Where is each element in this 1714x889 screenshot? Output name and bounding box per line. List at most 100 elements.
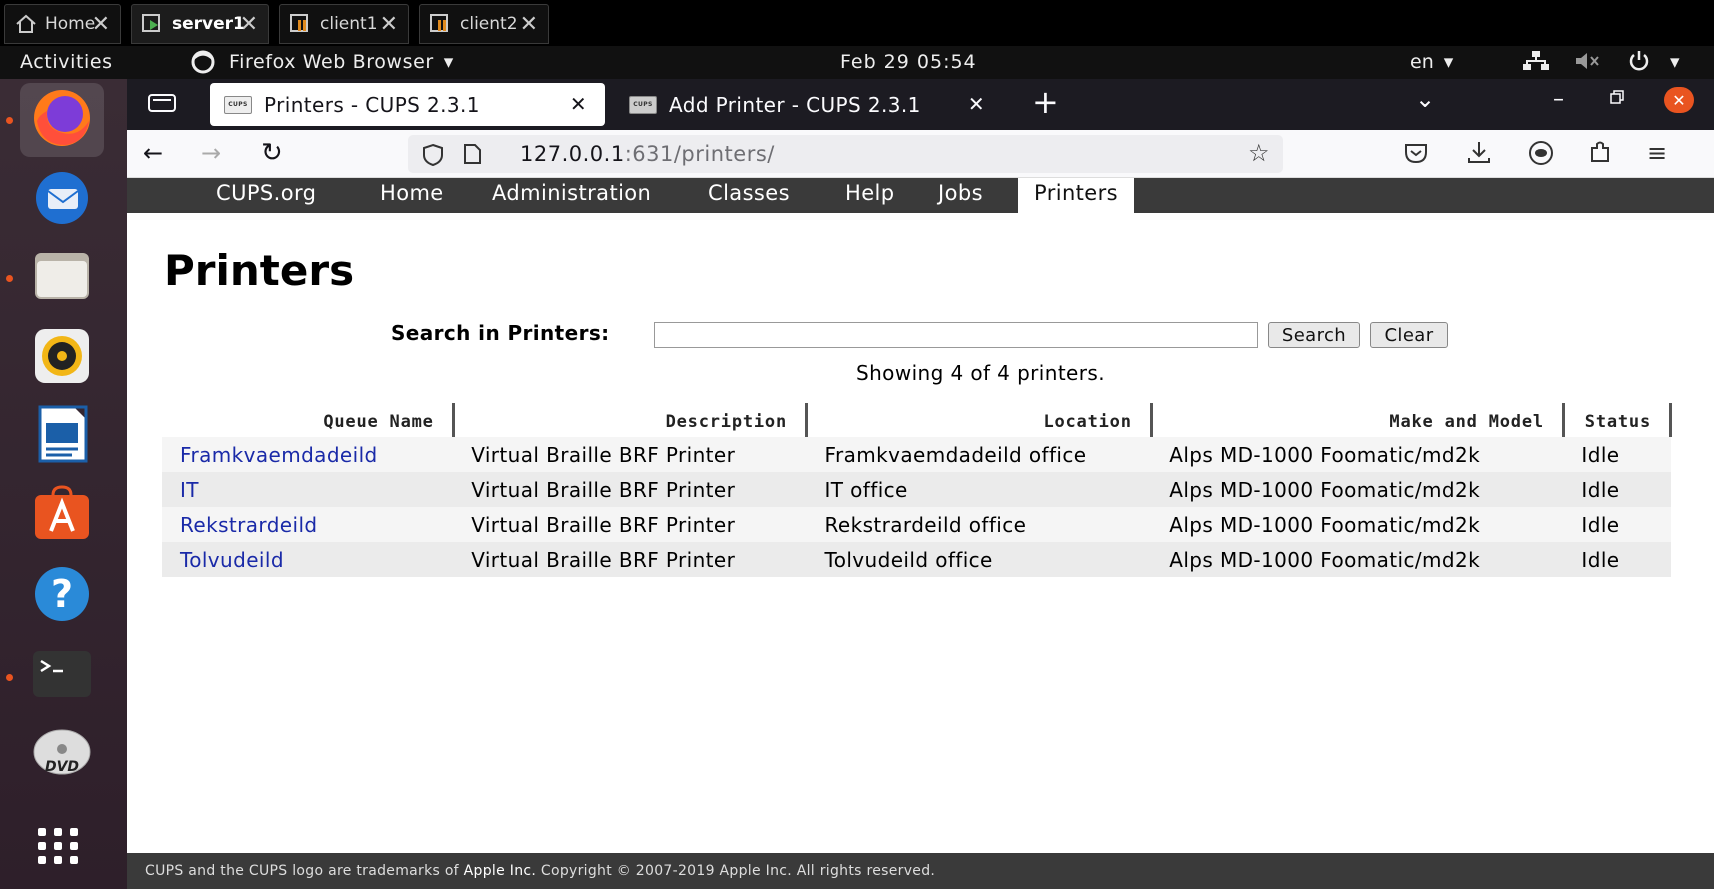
- menu-icon[interactable]: ≡: [1647, 139, 1667, 167]
- dock-thunderbird[interactable]: [20, 161, 104, 235]
- printer-location: Rekstrardeild office: [806, 507, 1152, 542]
- printer-model: Alps MD-1000 Foomatic/md2k: [1151, 507, 1564, 542]
- vm-tab-client2[interactable]: client2 ✕: [419, 4, 549, 44]
- printer-status: Idle: [1563, 437, 1671, 472]
- browser-tab-add-printer[interactable]: CUPS Add Printer - CUPS 2.3.1 ✕: [615, 83, 995, 126]
- printer-link[interactable]: Rekstrardeild: [180, 513, 318, 537]
- thunderbird-icon: [31, 165, 93, 231]
- printer-location: Tolvudeild office: [806, 542, 1152, 577]
- url-bar[interactable]: 127.0.0.1:631/printers/ ☆: [408, 135, 1283, 173]
- forward-icon[interactable]: →: [201, 139, 221, 167]
- close-icon[interactable]: ✕: [92, 12, 110, 37]
- printer-link[interactable]: Framkvaemdadeild: [180, 443, 378, 467]
- app-menu-button[interactable]: Firefox Web Browser ▾: [229, 51, 454, 73]
- power-icon[interactable]: [1626, 49, 1652, 78]
- dock-terminal[interactable]: [20, 639, 104, 713]
- search-label: Search in Printers:: [391, 321, 610, 345]
- vm-tab-home[interactable]: Home ✕: [4, 4, 121, 44]
- nav-home[interactable]: Home: [380, 181, 444, 205]
- close-window-icon[interactable]: ✕: [1664, 87, 1694, 113]
- vm-tab-label: client2: [460, 14, 518, 34]
- header-location[interactable]: Location: [806, 403, 1153, 437]
- cups-nav-bar: CUPS.org Home Administration Classes Hel…: [127, 178, 1714, 213]
- search-input[interactable]: [654, 322, 1258, 348]
- printer-status: Idle: [1563, 472, 1671, 507]
- vm-tab-label: client1: [320, 14, 378, 34]
- table-row: IT Virtual Braille BRF Printer IT office…: [162, 472, 1671, 507]
- downloads-icon[interactable]: [1466, 139, 1492, 169]
- account-icon[interactable]: [1527, 140, 1555, 170]
- network-icon[interactable]: [1522, 50, 1550, 77]
- extensions-icon[interactable]: [1588, 139, 1614, 169]
- clock[interactable]: Feb 29 05:54: [840, 51, 977, 73]
- vm-tab-client1[interactable]: client1 ✕: [279, 4, 409, 44]
- firefox-icon: [31, 87, 93, 153]
- header-status[interactable]: Status: [1563, 403, 1673, 437]
- vm-running-icon: [142, 14, 164, 34]
- tab-overview-icon[interactable]: [147, 91, 177, 119]
- volume-muted-icon[interactable]: [1574, 50, 1602, 77]
- header-make-and-model[interactable]: Make and Model: [1151, 403, 1565, 437]
- nav-help[interactable]: Help: [845, 181, 894, 205]
- dvd-icon: DVD: [31, 725, 93, 787]
- clear-button[interactable]: Clear: [1370, 322, 1448, 348]
- pocket-icon[interactable]: [1403, 141, 1429, 169]
- rhythmbox-icon: [31, 325, 93, 391]
- close-icon[interactable]: ✕: [570, 92, 587, 116]
- dock-dvd[interactable]: DVD: [20, 719, 104, 793]
- nav-administration[interactable]: Administration: [492, 181, 651, 205]
- svg-text:DVD: DVD: [45, 759, 79, 775]
- page-info-icon[interactable]: [462, 143, 482, 169]
- printer-model: Alps MD-1000 Foomatic/md2k: [1151, 437, 1564, 472]
- minimize-icon[interactable]: –: [1553, 87, 1564, 112]
- nav-cups-org[interactable]: CUPS.org: [216, 181, 316, 205]
- close-icon[interactable]: ✕: [520, 12, 538, 37]
- app-grid-icon: [34, 824, 90, 872]
- header-description[interactable]: Description: [453, 403, 809, 437]
- software-icon: [31, 485, 93, 547]
- bookmark-star-icon[interactable]: ☆: [1248, 139, 1270, 167]
- page-content: Printers Search in Printers: Search Clea…: [127, 213, 1714, 853]
- dock-firefox[interactable]: [20, 83, 104, 157]
- firefox-small-icon: [190, 50, 216, 79]
- printer-link[interactable]: IT: [180, 478, 199, 502]
- dock-writer[interactable]: [20, 399, 104, 473]
- new-tab-icon[interactable]: +: [1032, 83, 1059, 121]
- reload-icon[interactable]: ↻: [261, 138, 283, 168]
- browser-tab-printers[interactable]: CUPS Printers - CUPS 2.3.1 ✕: [210, 83, 605, 126]
- showing-count: Showing 4 of 4 printers.: [856, 361, 1105, 385]
- apple-link[interactable]: Apple Inc.: [464, 863, 536, 879]
- vm-paused-icon: [290, 14, 312, 34]
- back-icon[interactable]: ←: [143, 139, 163, 167]
- close-icon[interactable]: ✕: [240, 12, 258, 37]
- chevron-down-icon: ▾: [443, 51, 454, 73]
- tab-list-chevron-icon[interactable]: ⌄: [1415, 85, 1435, 113]
- dock-app-grid[interactable]: [20, 811, 104, 885]
- chevron-down-icon[interactable]: ▾: [1670, 51, 1680, 73]
- dock-files[interactable]: [20, 241, 104, 315]
- header-queue-name[interactable]: Queue Name: [162, 403, 455, 437]
- nav-classes[interactable]: Classes: [708, 181, 790, 205]
- printer-description: Virtual Braille BRF Printer: [453, 507, 807, 542]
- activities-button[interactable]: Activities: [20, 51, 113, 73]
- cups-favicon: CUPS: [224, 95, 252, 114]
- dock-help[interactable]: ?: [20, 559, 104, 633]
- shield-icon[interactable]: [422, 143, 444, 171]
- restore-icon[interactable]: [1609, 89, 1625, 109]
- printer-description: Virtual Braille BRF Printer: [453, 437, 807, 472]
- printer-link[interactable]: Tolvudeild: [180, 548, 284, 572]
- running-indicator: [6, 117, 13, 124]
- nav-printers[interactable]: Printers: [1018, 178, 1135, 213]
- nav-jobs[interactable]: Jobs: [938, 181, 983, 205]
- table-row: Framkvaemdadeild Virtual Braille BRF Pri…: [162, 437, 1671, 472]
- running-indicator: [6, 275, 13, 282]
- terminal-icon: [31, 649, 93, 703]
- language-menu[interactable]: en ▾: [1410, 51, 1453, 73]
- close-icon[interactable]: ✕: [380, 12, 398, 37]
- dock-rhythmbox[interactable]: [20, 321, 104, 395]
- dock-software[interactable]: [20, 479, 104, 553]
- search-button[interactable]: Search: [1268, 322, 1360, 348]
- svg-text:?: ?: [51, 572, 73, 616]
- close-icon[interactable]: ✕: [968, 92, 985, 116]
- vm-tab-server1[interactable]: server1 ✕: [131, 4, 269, 44]
